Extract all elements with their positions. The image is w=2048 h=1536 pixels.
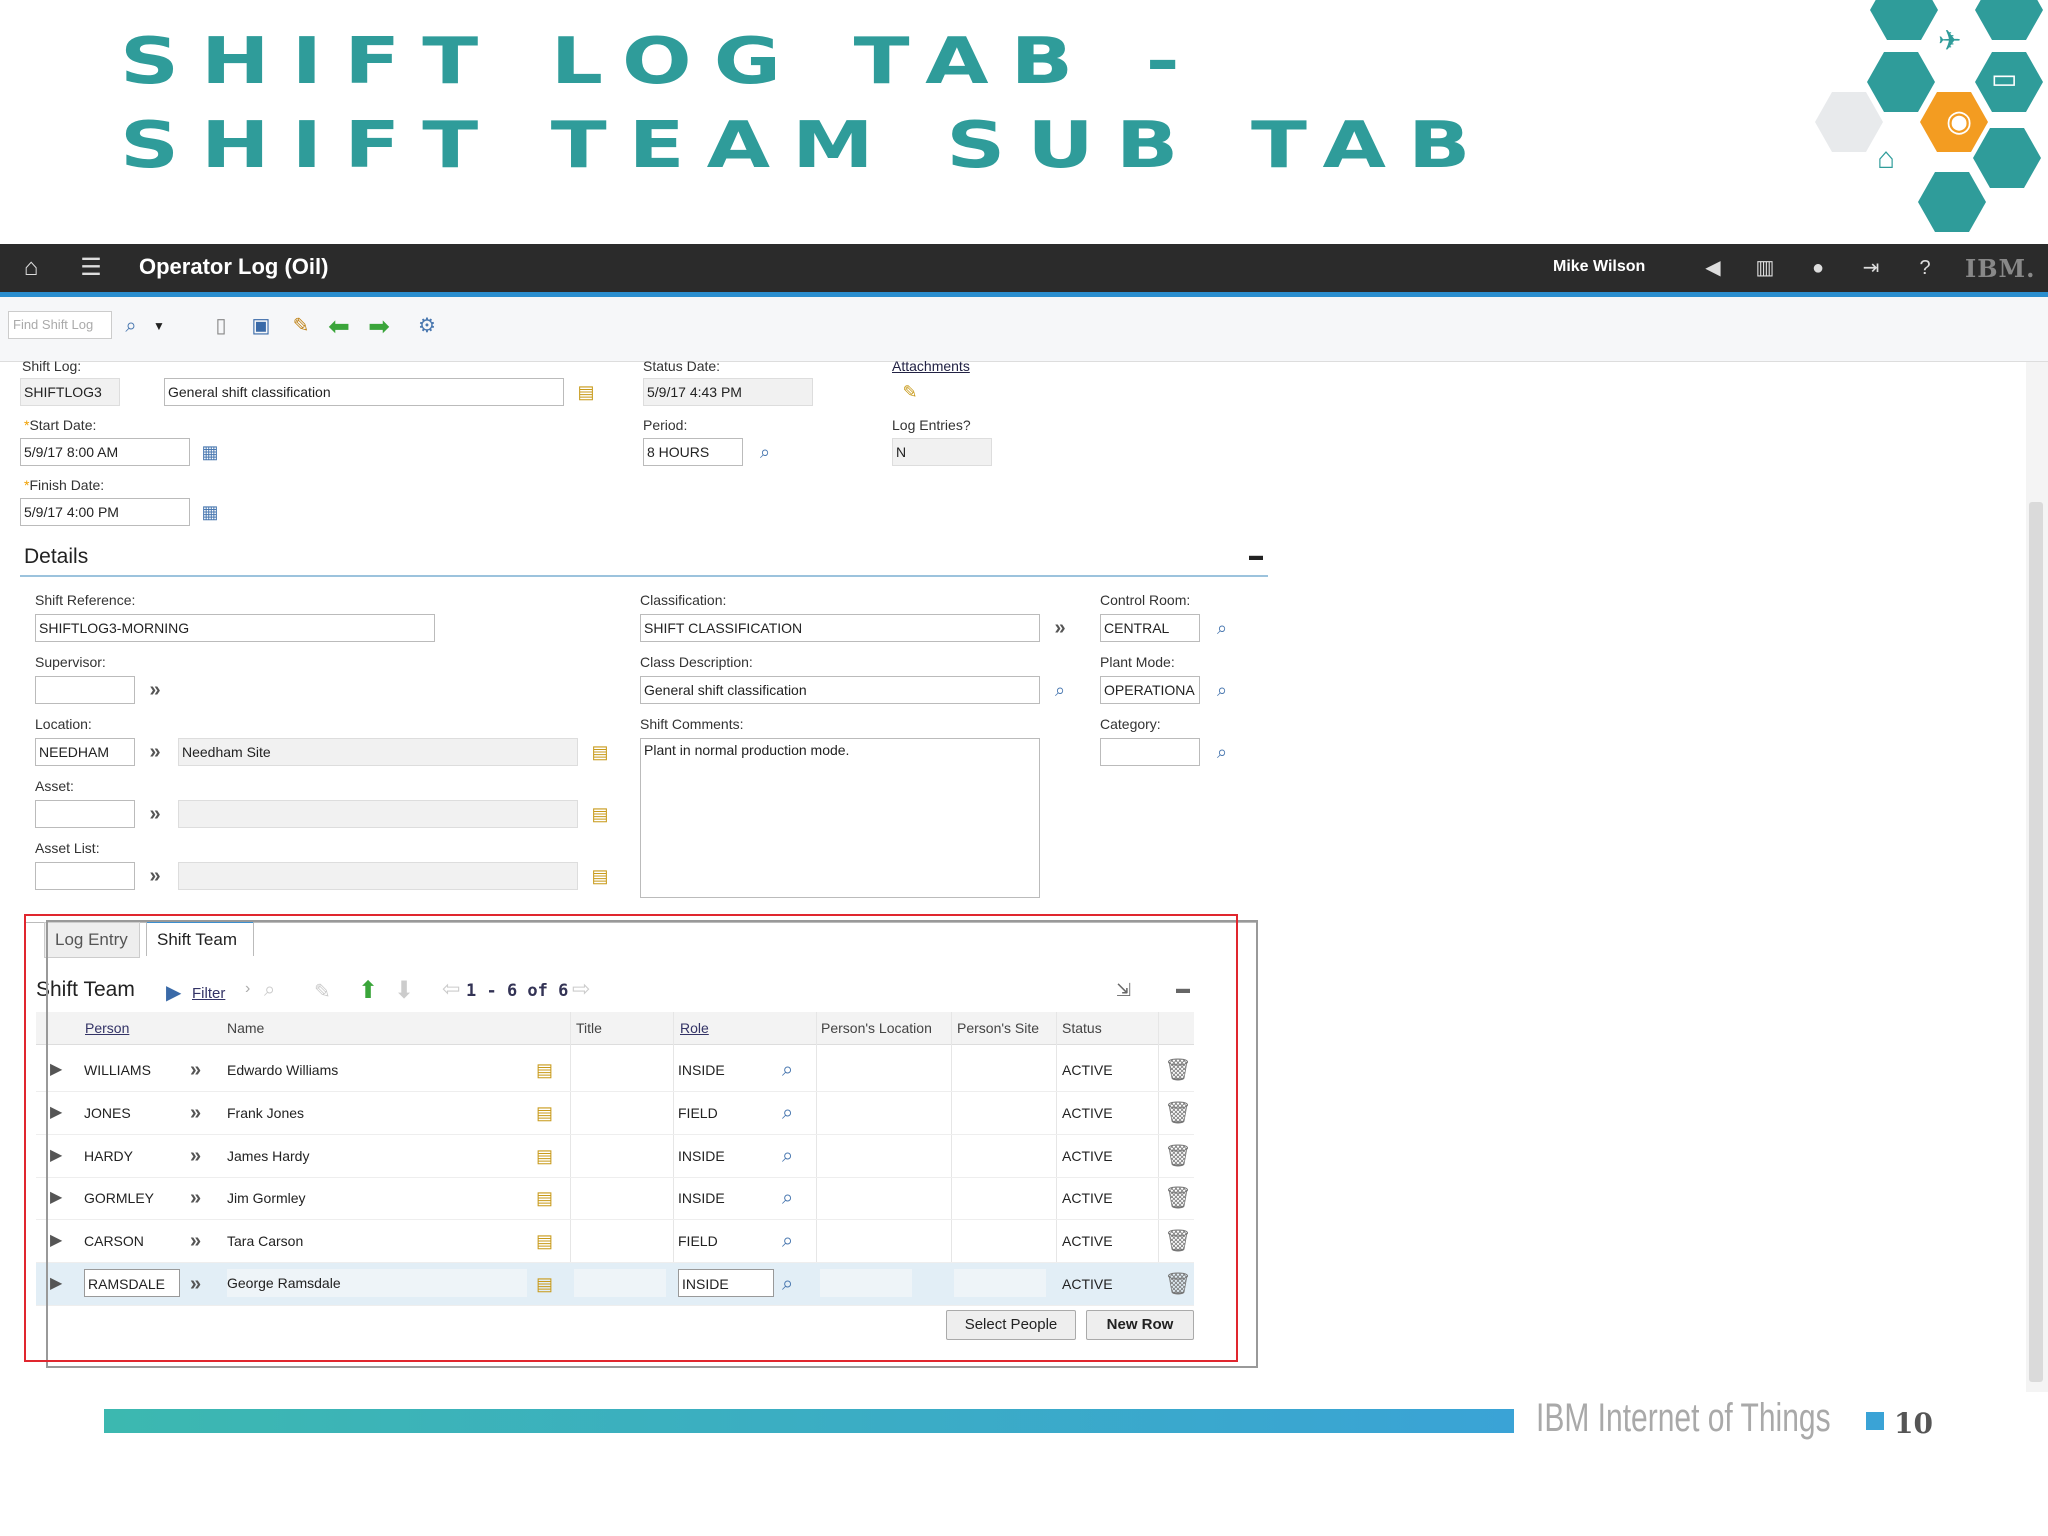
attachment-icon[interactable]: ✎ xyxy=(898,380,922,404)
status-date-field: 5/9/17 4:43 PM xyxy=(643,378,813,406)
save-icon[interactable]: ▣ xyxy=(248,313,274,339)
shift-comments-textarea[interactable]: Plant in normal production mode. xyxy=(640,738,1040,898)
class-description-field[interactable]: General shift classification xyxy=(640,676,1040,704)
footer-gradient-bar xyxy=(104,1409,1514,1433)
detail-menu-icon[interactable]: » xyxy=(143,802,167,826)
category-field[interactable] xyxy=(1100,738,1200,766)
long-description-icon[interactable]: ▤ xyxy=(588,740,612,764)
shift-comments-label: Shift Comments: xyxy=(640,716,744,732)
control-room-label: Control Room: xyxy=(1100,592,1191,608)
chart-icon[interactable]: ▥ xyxy=(1750,253,1780,283)
new-record-icon[interactable]: ▯ xyxy=(208,313,234,339)
megaphone-icon[interactable]: ◀ xyxy=(1698,253,1728,283)
airplane-icon: ✈ xyxy=(1938,25,1962,56)
asset-label: Asset: xyxy=(35,778,74,794)
profile-icon[interactable]: ● xyxy=(1803,253,1833,283)
slide-title-line-1: SHIFT LOG TAB - xyxy=(120,24,1202,99)
supervisor-label: Supervisor: xyxy=(35,654,106,670)
toolbar: Find Shift Log ⌕ ▼ ▯ ▣ ✎ ⬅ ➡ ⚙ xyxy=(0,297,2048,362)
calendar-icon[interactable]: ▦ xyxy=(198,500,222,524)
user-name[interactable]: Mike Wilson xyxy=(1553,258,1645,276)
finish-date-label: *Finish Date: xyxy=(24,477,105,493)
detail-menu-icon[interactable]: » xyxy=(143,740,167,764)
location-label: Location: xyxy=(35,716,92,732)
control-room-field[interactable]: CENTRAL xyxy=(1100,614,1200,642)
slide-title-line-2: SHIFT TEAM SUB TAB xyxy=(120,108,1493,183)
status-date-label: Status Date: xyxy=(643,358,721,374)
search-icon[interactable]: ⌕ xyxy=(753,440,777,464)
shift-reference-label: Shift Reference: xyxy=(35,592,136,608)
period-label: Period: xyxy=(643,417,688,433)
detail-menu-icon[interactable]: » xyxy=(1048,616,1072,640)
menu-icon[interactable]: ☰ xyxy=(76,253,106,283)
collapse-section-icon[interactable]: ▬ xyxy=(1244,543,1268,567)
asset-list-field[interactable] xyxy=(35,862,135,890)
app-title: Operator Log (Oil) xyxy=(139,254,329,279)
search-icon[interactable]: ⌕ xyxy=(1210,678,1234,702)
home-icon[interactable]: ⌂ xyxy=(16,253,46,283)
ibm-logo: IBM. xyxy=(1965,254,2036,283)
previous-arrow-icon[interactable]: ⬅ xyxy=(326,313,352,339)
search-icon[interactable]: ⌕ xyxy=(1210,740,1234,764)
log-entries-label: Log Entries? xyxy=(892,417,971,433)
finish-date-field[interactable]: 5/9/17 4:00 PM xyxy=(20,498,190,526)
footer-square-mark xyxy=(1866,1412,1884,1430)
classification-label: Classification: xyxy=(640,592,727,608)
asset-list-label: Asset List: xyxy=(35,840,100,856)
asset-description-field xyxy=(178,800,578,828)
next-arrow-icon[interactable]: ➡ xyxy=(366,313,392,339)
details-section-title: Details xyxy=(24,545,89,568)
category-label: Category: xyxy=(1100,716,1161,732)
long-description-icon[interactable]: ▤ xyxy=(588,864,612,888)
location-description-field: Needham Site xyxy=(178,738,578,766)
location-field[interactable]: NEEDHAM xyxy=(35,738,135,766)
edit-icon[interactable]: ✎ xyxy=(288,313,314,339)
classification-field[interactable]: SHIFT CLASSIFICATION xyxy=(640,614,1040,642)
attachments-link[interactable]: Attachments xyxy=(892,358,970,374)
workflow-icon[interactable]: ⚙ xyxy=(414,313,440,339)
shift-log-description-field[interactable]: General shift classification xyxy=(164,378,564,406)
hexagon-decoration: ◉ ⌂ ▭ ✈ xyxy=(1815,0,2048,240)
laptop-icon: ▭ xyxy=(1991,63,2018,94)
long-description-icon[interactable]: ▤ xyxy=(588,802,612,826)
asset-field[interactable] xyxy=(35,800,135,828)
wifi-icon: ◉ xyxy=(1946,105,1973,138)
class-description-label: Class Description: xyxy=(640,654,753,670)
signout-icon[interactable]: ⇥ xyxy=(1856,253,1886,283)
log-entries-field: N xyxy=(892,438,992,466)
start-date-field[interactable]: 5/9/17 8:00 AM xyxy=(20,438,190,466)
period-field[interactable]: 8 HOURS xyxy=(643,438,743,466)
search-icon[interactable]: ⌕ xyxy=(1210,616,1234,640)
shift-reference-field[interactable]: SHIFTLOG3-MORNING xyxy=(35,614,435,642)
page-number: 10 xyxy=(1894,1407,1933,1440)
shift-log-field[interactable]: SHIFTLOG3 xyxy=(20,378,120,406)
supervisor-field[interactable] xyxy=(35,676,135,704)
calendar-icon[interactable]: ▦ xyxy=(198,440,222,464)
footer-brand: IBM Internet of Things xyxy=(1536,1396,1831,1440)
plant-mode-label: Plant Mode: xyxy=(1100,654,1175,670)
plant-mode-field[interactable]: OPERATIONA xyxy=(1100,676,1200,704)
detail-menu-icon[interactable]: » xyxy=(143,678,167,702)
search-icon[interactable]: ⌕ xyxy=(118,313,144,339)
search-icon[interactable]: ⌕ xyxy=(1048,678,1072,702)
detail-menu-icon[interactable]: » xyxy=(143,864,167,888)
app-header: ⌂ ☰ Operator Log (Oil) Mike Wilson ◀ ▥ ●… xyxy=(0,244,2048,297)
shift-log-label: Shift Log: xyxy=(22,358,82,374)
help-icon[interactable]: ? xyxy=(1910,253,1940,283)
find-shift-log-input[interactable]: Find Shift Log xyxy=(8,311,112,339)
asset-list-description-field xyxy=(178,862,578,890)
details-divider xyxy=(20,575,1268,577)
home-icon: ⌂ xyxy=(1877,142,1896,175)
dropdown-arrow-icon[interactable]: ▼ xyxy=(146,313,172,339)
start-date-label: *Start Date: xyxy=(24,417,97,433)
long-description-icon[interactable]: ▤ xyxy=(574,380,598,404)
highlight-red-frame xyxy=(24,914,1238,1362)
scrollbar[interactable] xyxy=(2026,362,2048,1392)
